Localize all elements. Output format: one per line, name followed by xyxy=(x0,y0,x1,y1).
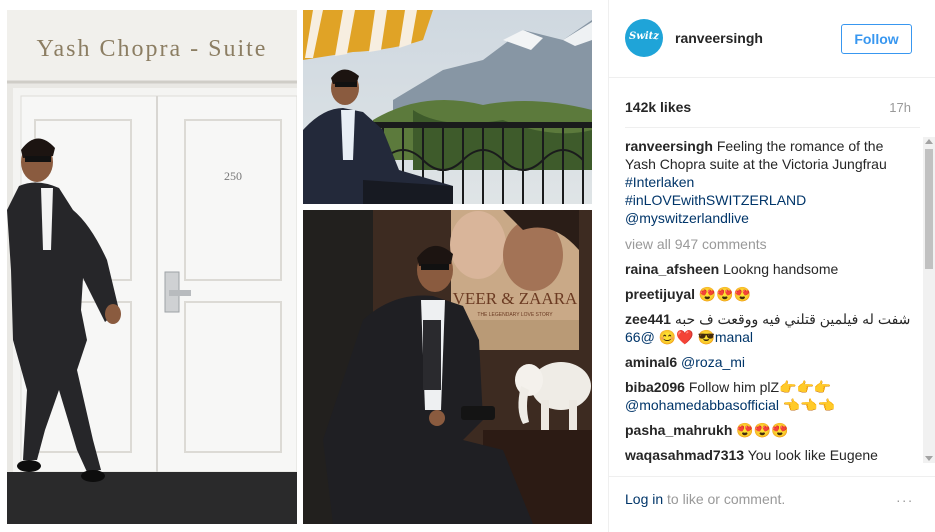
comment-mention[interactable]: @roza_mi xyxy=(681,354,745,370)
door-number: 250 xyxy=(224,169,242,183)
avatar-text: Switz xyxy=(629,31,659,42)
comment-username[interactable]: raina_afsheen xyxy=(625,261,719,277)
caption-tag-switzerland[interactable]: #inLOVEwithSWITZERLAND xyxy=(625,192,806,208)
caption-mention-myswitzerlandlive[interactable]: @myswitzerlandlive xyxy=(625,210,749,226)
caption: ranveersingh Feeling the romance of the … xyxy=(625,137,917,227)
view-all-comments-link[interactable]: view all 947 comments xyxy=(625,235,917,253)
poster-room-illustration: VEER & ZAARA THE LEGENDARY LOVE STORY xyxy=(303,210,592,524)
comment-text: 😍😍😍 xyxy=(736,422,789,438)
photo-suite-door: Yash Chopra - Suite 250 xyxy=(7,10,297,524)
comments-scrollbar[interactable] xyxy=(923,137,935,463)
comment-text: You look like Eugene xyxy=(747,447,878,463)
comment-mention[interactable]: @mohamedabbasofficial 👈👈👈 xyxy=(625,397,835,413)
comment-item: pasha_mahrukh 😍😍😍 xyxy=(625,421,917,439)
username-link[interactable]: ranveersingh xyxy=(675,30,763,46)
caption-username[interactable]: ranveersingh xyxy=(625,138,713,154)
comment-item: aminal6 @roza_mi xyxy=(625,353,917,371)
suite-door-illustration: Yash Chopra - Suite 250 xyxy=(7,10,297,524)
comment-item: preetijuyal 😍😍😍 xyxy=(625,285,917,303)
comment-text: شفت له فيلمين قتلني فيه ووقعت ف حبه 😎 ❤️… xyxy=(658,311,911,345)
follow-button[interactable]: Follow xyxy=(841,24,912,54)
post-time[interactable]: 17h xyxy=(889,100,911,115)
comment-username[interactable]: biba2096 xyxy=(625,379,685,395)
balcony-illustration xyxy=(303,10,592,204)
poster-subtitle: THE LEGENDARY LOVE STORY xyxy=(477,312,553,318)
scroll-down-arrow-icon[interactable] xyxy=(925,456,933,461)
scroll-up-arrow-icon[interactable] xyxy=(925,139,933,144)
comment-username[interactable]: aminal6 xyxy=(625,354,677,370)
photo-balcony xyxy=(303,10,592,204)
comment-username[interactable]: preetijuyal xyxy=(625,286,695,302)
post-details-panel: Switz ranveersingh Follow 142k likes 17h… xyxy=(608,0,935,532)
likes-count[interactable]: 142k likes xyxy=(625,99,691,115)
post-footer: Log in to like or comment. ... xyxy=(609,476,935,532)
avatar[interactable]: Switz xyxy=(625,19,663,57)
comment-text: Lookng handsome xyxy=(723,261,839,277)
more-options-icon[interactable]: ... xyxy=(896,489,914,505)
comment-username[interactable]: pasha_mahrukh xyxy=(625,422,732,438)
post-photo-collage[interactable]: Yash Chopra - Suite 250 VEER & ZAARA THE… xyxy=(0,0,608,532)
comment-text: 😍😍😍 xyxy=(698,286,752,302)
login-prompt: Log in to like or comment. xyxy=(625,491,785,507)
photo-poster-room: VEER & ZAARA THE LEGENDARY LOVE STORY xyxy=(303,210,592,524)
caption-tag-interlaken[interactable]: #Interlaken xyxy=(625,174,694,190)
login-prompt-text: to like or comment. xyxy=(667,491,786,507)
comment-username[interactable]: waqasahmad7313 xyxy=(625,447,744,463)
suite-sign-text: Yash Chopra - Suite xyxy=(37,36,268,62)
comment-item: waqasahmad7313 You look like Eugene xyxy=(625,446,917,463)
comment-item: zee441 شفت له فيلمين قتلني فيه ووقعت ف ح… xyxy=(625,310,917,346)
scrollbar-thumb[interactable] xyxy=(925,149,933,269)
post-header: Switz ranveersingh Follow xyxy=(609,0,935,78)
divider xyxy=(625,127,920,128)
comments-list[interactable]: ranveersingh Feeling the romance of the … xyxy=(625,137,917,463)
comment-text: Follow him plZ👉👉👉 xyxy=(688,379,832,395)
poster-title: VEER & ZAARA xyxy=(453,289,578,308)
comment-item: biba2096 Follow him plZ👉👉👉 @mohamedabbas… xyxy=(625,378,917,414)
login-link[interactable]: Log in xyxy=(625,491,663,507)
comment-item: raina_afsheen Lookng handsome xyxy=(625,260,917,278)
comment-username[interactable]: zee441 xyxy=(625,311,671,327)
